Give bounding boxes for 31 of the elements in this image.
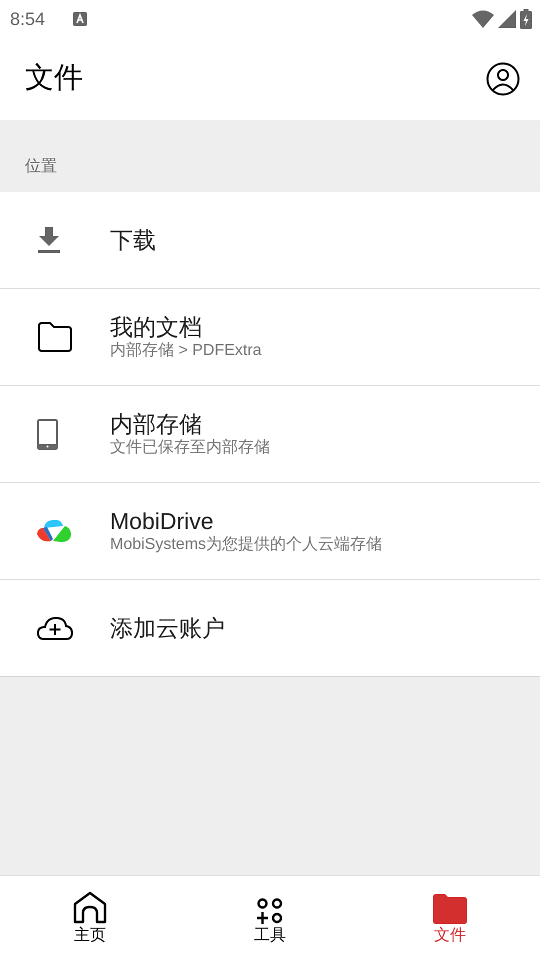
location-row[interactable]: MobiDrive MobiSystems为您提供的个人云端存储: [0, 483, 540, 580]
nav-tab[interactable]: 工具: [180, 876, 360, 960]
keyboard-icon: [73, 12, 88, 26]
location-row[interactable]: 内部存储 文件已保存至内部存储: [0, 386, 540, 483]
location-title: 我的文档: [110, 313, 203, 341]
location-title: 添加云账户: [110, 614, 225, 642]
download-icon: [37, 226, 61, 254]
status-time: 8:54: [10, 8, 46, 30]
folder-icon: [433, 894, 467, 924]
home-icon: [73, 891, 107, 924]
cloud-logo-icon: [37, 519, 71, 543]
location-title: 内部存储: [110, 410, 203, 438]
nav-tab[interactable]: 文件: [360, 876, 540, 960]
folder-icon: [37, 322, 72, 352]
wifi-icon: [472, 10, 494, 28]
location-subtitle: MobiSystems为您提供的个人云端存储: [110, 535, 382, 555]
battery-icon: [520, 9, 532, 29]
account-icon[interactable]: [486, 62, 520, 96]
nav-tab[interactable]: 主页: [0, 876, 180, 960]
location-row[interactable]: 我的文档 内部存储 > PDFExtra: [0, 289, 540, 386]
location-row[interactable]: 下载: [0, 192, 540, 289]
location-subtitle: 内部存储 > PDFExtra: [110, 341, 262, 361]
location-title: MobiDrive: [110, 507, 215, 535]
location-title: 下载: [110, 226, 156, 254]
page-title: 文件: [25, 61, 83, 96]
signal-icon: [498, 10, 516, 28]
cloud-add-icon: [37, 616, 73, 640]
phone-icon: [37, 418, 58, 450]
section-label: 位置: [25, 157, 57, 177]
location-subtitle: 文件已保存至内部存储: [110, 438, 270, 458]
tools-icon: [257, 898, 283, 924]
